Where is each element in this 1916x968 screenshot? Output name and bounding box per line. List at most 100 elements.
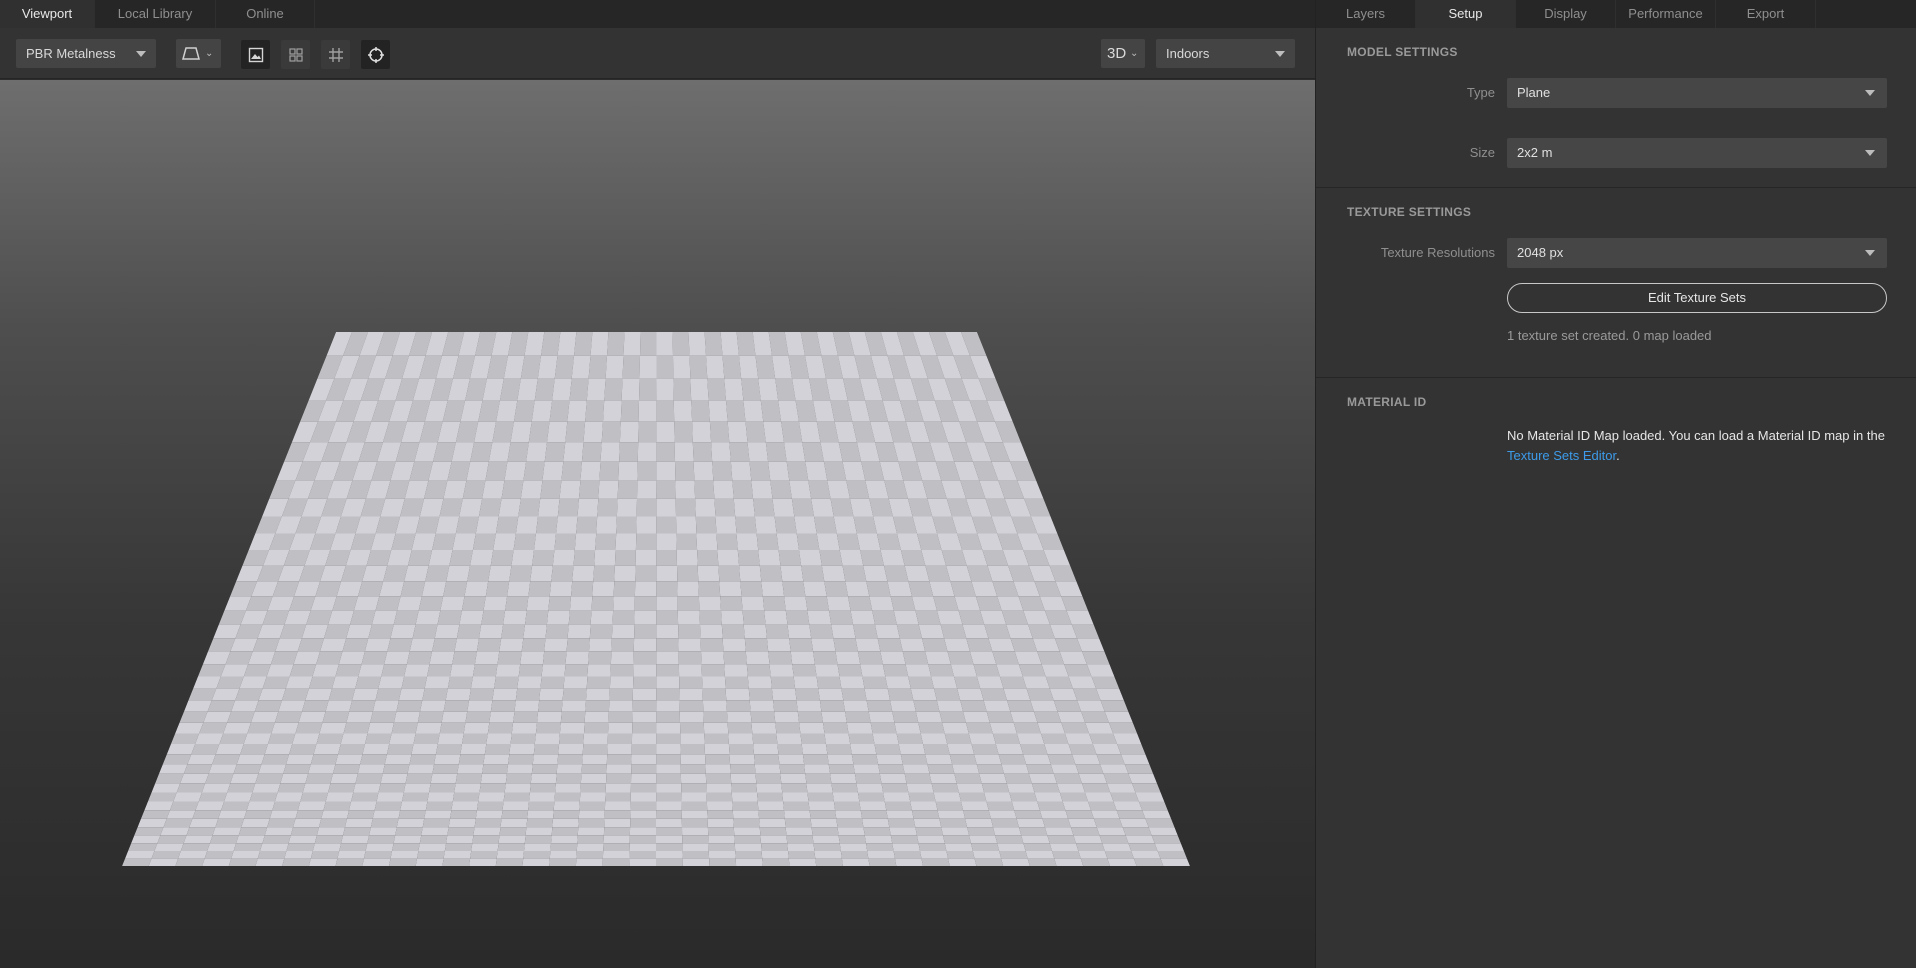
checker-tile	[711, 442, 731, 462]
checker-tile	[269, 810, 298, 819]
checker-tile	[983, 700, 1011, 712]
checker-tile	[125, 851, 155, 859]
checker-tile	[677, 581, 699, 597]
checker-tile	[782, 581, 806, 597]
checker-tile	[900, 754, 928, 765]
checker-tile	[869, 596, 894, 611]
checker-tile	[264, 744, 293, 755]
checker-tile	[1128, 773, 1157, 784]
checker-tile	[523, 624, 547, 639]
checker-tile	[813, 843, 841, 851]
tab-export[interactable]: Export	[1716, 0, 1816, 28]
checker-tile	[793, 676, 819, 689]
checker-tile	[228, 858, 258, 866]
checker-tile	[434, 624, 460, 639]
checker-tile	[679, 688, 703, 701]
checker-tile	[606, 754, 632, 765]
checker-tile	[942, 722, 969, 734]
checker-tile	[207, 700, 236, 712]
checker-tile	[526, 818, 553, 828]
focus-button[interactable]	[361, 40, 390, 69]
checker-tile	[784, 596, 808, 611]
checker-tile	[1013, 722, 1041, 734]
shader-dropdown[interactable]: PBR Metalness	[16, 39, 156, 68]
checker-tile	[784, 818, 812, 828]
model-type-dropdown[interactable]: Plane	[1507, 78, 1887, 108]
chevron-down-icon: ⌄	[1130, 48, 1139, 59]
checker-tile	[537, 355, 558, 379]
checker-tile	[393, 711, 420, 723]
tab-local-library[interactable]: Local Library	[95, 0, 216, 28]
view-mode-dropdown[interactable]: 3D ⌄	[1101, 39, 1145, 68]
checker-tile	[1145, 818, 1175, 828]
tab-layers[interactable]: Layers	[1316, 0, 1416, 28]
checker-tile	[850, 498, 874, 517]
checker-tile	[837, 827, 865, 836]
checker-tile	[1080, 858, 1110, 866]
checker-tile	[1068, 676, 1097, 689]
checker-tile	[722, 355, 742, 379]
checker-tile	[656, 851, 683, 859]
checker-tile	[810, 818, 838, 828]
checker-tile	[325, 792, 354, 802]
checker-tile	[264, 827, 294, 836]
checker-tile	[602, 851, 630, 859]
checker-tile	[757, 792, 784, 802]
checker-tile	[409, 754, 436, 765]
checker-tile	[227, 783, 256, 793]
tab-performance[interactable]: Performance	[1616, 0, 1716, 28]
checker-tile	[732, 801, 759, 811]
checker-tile	[677, 610, 700, 625]
grid-view-button[interactable]	[281, 40, 310, 69]
checker-tile	[195, 733, 224, 744]
checker-tile	[444, 843, 473, 851]
checker-tile	[708, 843, 736, 851]
texture-sets-editor-link[interactable]: Texture Sets Editor	[1507, 448, 1616, 463]
checker-tile	[632, 688, 657, 701]
tab-display[interactable]: Display	[1516, 0, 1616, 28]
checker-tile	[513, 711, 539, 723]
checker-tile	[729, 754, 755, 765]
tab-setup[interactable]: Setup	[1416, 0, 1516, 28]
checker-tile	[534, 378, 555, 401]
checker-tile	[943, 835, 971, 844]
checker-tile	[952, 764, 980, 774]
checker-tile	[328, 783, 356, 793]
checker-tile	[621, 378, 640, 401]
camera-projection-dropdown[interactable]: ⌄	[176, 39, 221, 68]
checker-tile	[735, 851, 763, 859]
model-size-dropdown[interactable]: 2x2 m	[1507, 138, 1887, 168]
checker-tile	[904, 773, 932, 784]
tab-online[interactable]: Online	[216, 0, 315, 28]
checker-tile	[1086, 664, 1115, 677]
checker-tile	[1075, 764, 1104, 774]
checker-tile	[487, 722, 514, 734]
checker-tile	[439, 498, 463, 517]
checker-tile	[676, 533, 698, 550]
checker-tile	[736, 332, 756, 356]
tab-viewport[interactable]: Viewport	[0, 0, 95, 28]
grid-lines-button[interactable]	[321, 40, 350, 69]
3d-viewport[interactable]	[0, 80, 1315, 968]
checker-tile	[611, 624, 635, 639]
edit-texture-sets-button[interactable]: Edit Texture Sets	[1507, 283, 1887, 313]
environment-dropdown[interactable]: Indoors	[1156, 39, 1295, 68]
checker-tile	[367, 722, 394, 734]
checker-tile	[696, 533, 718, 550]
checker-tile	[574, 533, 597, 550]
checker-tile	[482, 764, 509, 774]
checker-tile	[760, 835, 788, 844]
checker-tile	[223, 722, 251, 734]
checker-tile	[308, 858, 338, 866]
checker-tile	[572, 565, 595, 582]
checker-tile	[432, 764, 459, 774]
checker-tile	[1011, 801, 1040, 811]
checker-tile	[947, 651, 974, 665]
checker-tile	[954, 676, 981, 689]
checker-tile	[412, 624, 438, 639]
texture-resolution-dropdown[interactable]: 2048 px	[1507, 238, 1887, 268]
background-image-button[interactable]	[241, 40, 270, 69]
checker-tile	[316, 733, 344, 744]
checker-tile	[910, 688, 937, 701]
checker-tile	[526, 442, 547, 462]
